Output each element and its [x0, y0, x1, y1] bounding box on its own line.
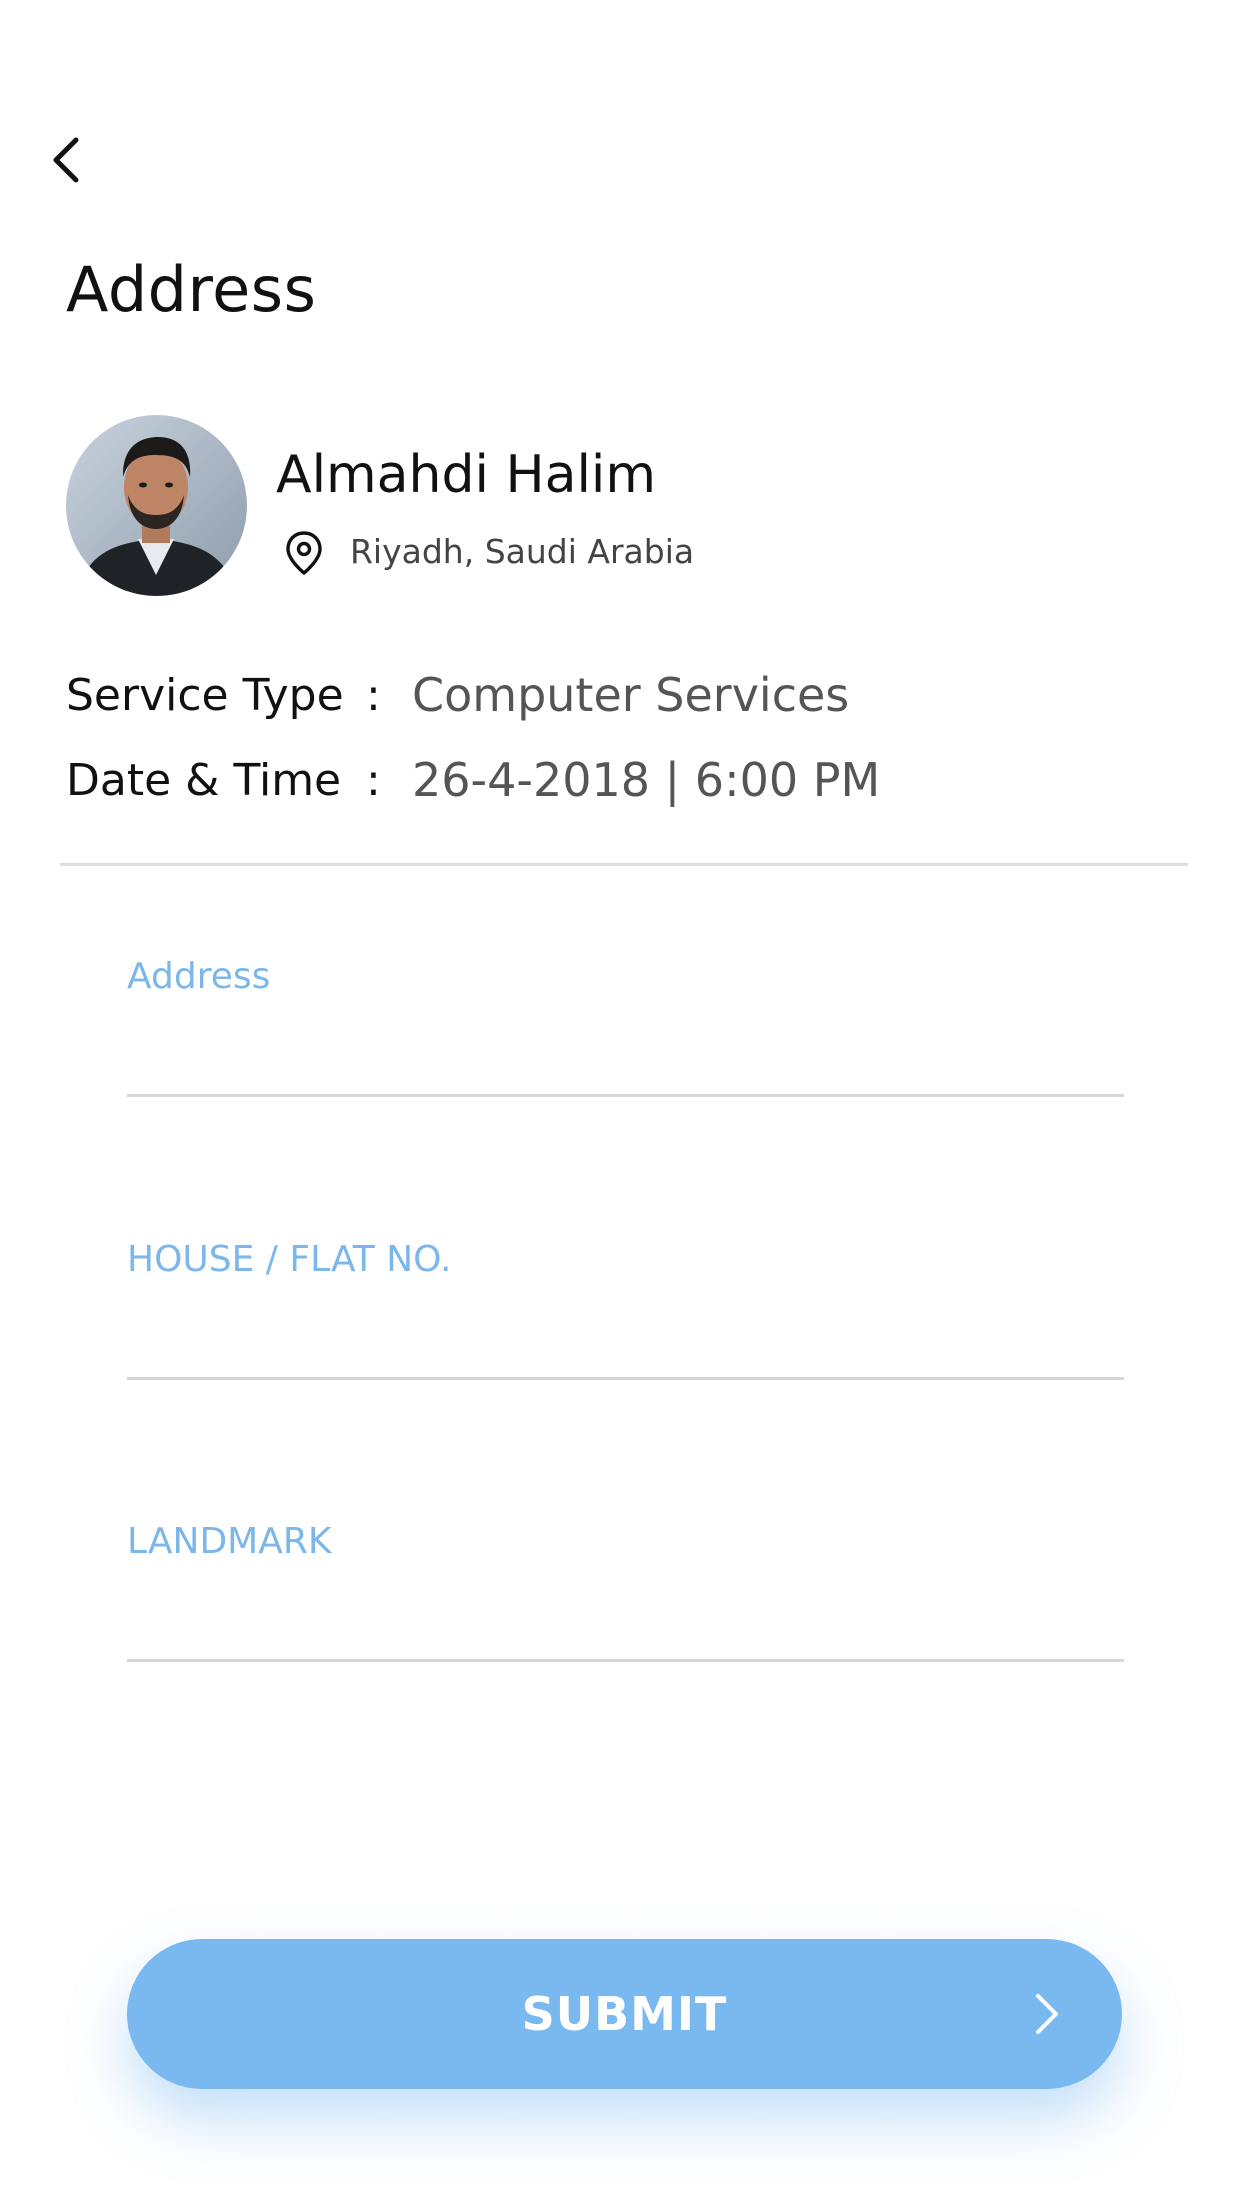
address-field-underline — [127, 1094, 1124, 1097]
profile-location: Riyadh, Saudi Arabia — [350, 532, 695, 571]
detail-value: 26-4-2018 | 6:00 PM — [412, 753, 881, 807]
address-input[interactable] — [127, 1011, 1124, 1071]
page-title: Address — [66, 253, 317, 326]
detail-label: Date & Time — [66, 754, 342, 806]
detail-value: Computer Services — [412, 668, 850, 722]
submit-label: SUBMIT — [521, 1987, 728, 2041]
house-flat-field-underline — [127, 1377, 1124, 1380]
detail-separator: : — [366, 669, 381, 721]
house-flat-field: HOUSE / FLAT NO. — [127, 1238, 1124, 1408]
detail-row-service-type: Service Type : Computer Services — [66, 665, 849, 725]
landmark-field-underline — [127, 1659, 1124, 1662]
detail-separator: : — [366, 754, 381, 806]
house-flat-input[interactable] — [127, 1294, 1124, 1354]
chevron-left-icon — [53, 137, 79, 183]
chevron-right-icon — [1036, 1994, 1058, 2034]
divider — [60, 863, 1188, 866]
detail-row-date-time: Date & Time : 26-4-2018 | 6:00 PM — [66, 750, 880, 810]
address-field: Address — [127, 955, 1124, 1125]
profile-name: Almahdi Halim — [276, 445, 656, 505]
landmark-field-label: LANDMARK — [127, 1521, 332, 1562]
landmark-field: LANDMARK — [127, 1520, 1124, 1690]
avatar — [66, 415, 247, 596]
submit-button[interactable]: SUBMIT — [127, 1939, 1122, 2089]
house-flat-field-label: HOUSE / FLAT NO. — [127, 1239, 452, 1280]
back-button[interactable] — [50, 128, 102, 192]
landmark-input[interactable] — [127, 1576, 1124, 1636]
map-pin-icon — [284, 530, 324, 576]
detail-label: Service Type — [66, 669, 344, 721]
address-field-label: Address — [127, 956, 271, 997]
